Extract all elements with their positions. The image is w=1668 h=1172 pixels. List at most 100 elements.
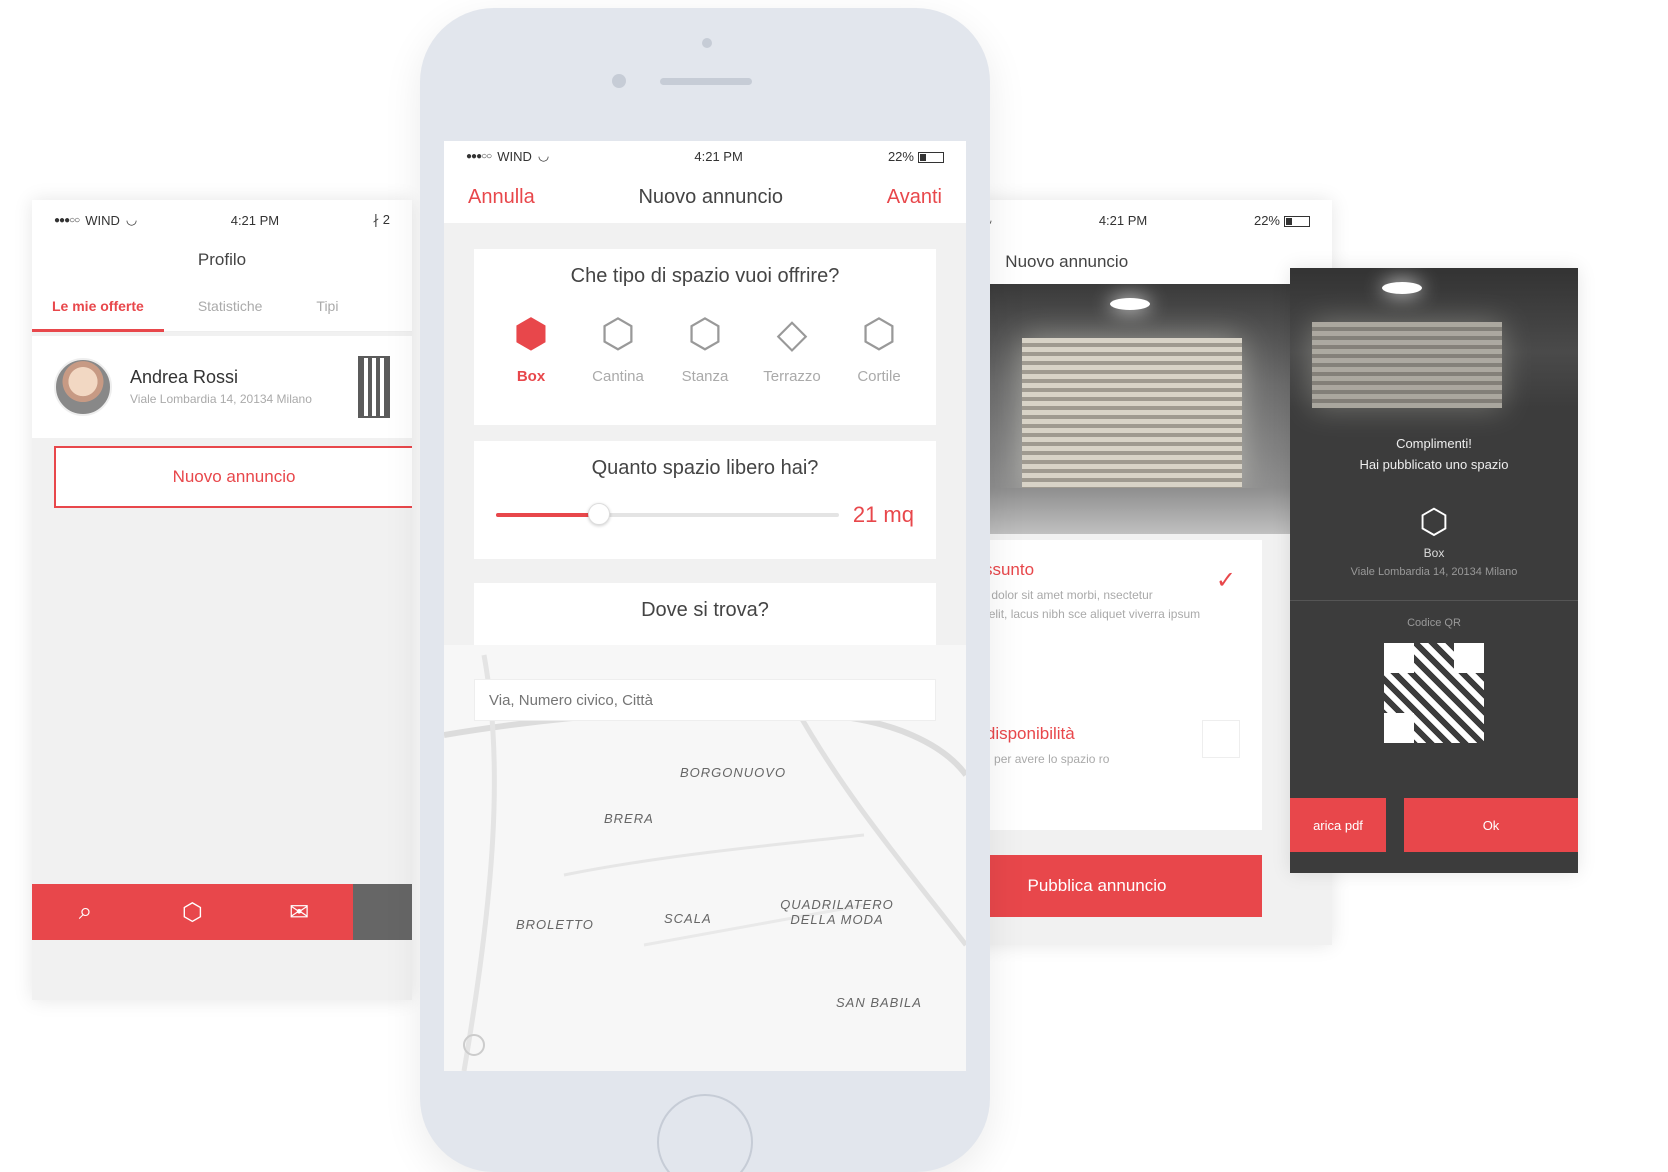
wifi-icon: ◡ xyxy=(537,148,550,163)
battery-label: 22% xyxy=(1253,212,1280,228)
tab-types[interactable]: Tipi xyxy=(316,298,338,314)
type-cellar[interactable]: ⬡ Cantina xyxy=(575,304,661,385)
courtyard-icon: ⬡ xyxy=(861,312,897,356)
battery-icon xyxy=(917,151,944,163)
carrier-label: WIND xyxy=(497,148,532,164)
space-type-question: Che tipo di spazio vuoi offrire? xyxy=(570,265,840,287)
availability-checkbox[interactable] xyxy=(1202,720,1240,758)
new-ad-button[interactable]: Nuovo annuncio xyxy=(54,446,412,508)
front-camera xyxy=(612,74,626,88)
next-button[interactable]: Avanti xyxy=(887,186,942,209)
status-bar: INO ◡ 4:21 PM 22% xyxy=(932,200,1332,240)
type-terrace[interactable]: ◇ Terrazzo xyxy=(749,304,835,385)
space-size-card: Quanto spazio libero hai? 21 mq xyxy=(474,441,936,559)
confirmation-screen: Complimenti! Hai pubblicato uno spazio ⬡… xyxy=(1290,268,1578,873)
type-label: Cortile xyxy=(857,368,901,385)
map-label: BRERA xyxy=(604,811,654,826)
type-box[interactable]: ⬢ Box xyxy=(488,304,574,385)
map-label: SCALA xyxy=(664,911,712,926)
location-question: Dove si trova? xyxy=(641,599,769,621)
space-type-options: ⬢ Box ⬡ Cantina ⬡ Stanza ◇ Terrazzo ⬡ Co… xyxy=(474,288,936,385)
garage-photo xyxy=(1290,268,1578,408)
speaker xyxy=(660,78,752,85)
battery-icon xyxy=(1284,215,1310,227)
map-label: BROLETTO xyxy=(516,917,594,932)
profile-screen: ●●●○○ WIND ◡ 4:21 PM ∤ 2 Profilo Le mie of… xyxy=(32,200,412,1000)
item-address: Viale Lombardia 14, 20134 Milano xyxy=(1350,565,1518,578)
box-icon: ⬢ xyxy=(513,312,549,356)
time-label: 4:21 PM xyxy=(230,212,280,228)
lamp xyxy=(1382,282,1422,294)
nav-bar: Profilo xyxy=(32,240,412,280)
qr-code xyxy=(1384,642,1484,743)
page-title: Nuovo annuncio xyxy=(1005,252,1129,271)
cancel-button[interactable]: Annulla xyxy=(468,186,535,209)
size-value: 21 mq xyxy=(852,502,914,527)
status-bar: ●●●○○ WIND ◡ 4:21 PM ∤ 2 xyxy=(32,200,412,240)
tab-my-offers[interactable]: Le mie offerte xyxy=(32,280,164,332)
type-label: Stanza xyxy=(681,368,729,385)
page-title: Profilo xyxy=(197,250,247,269)
garage-photo xyxy=(932,284,1332,534)
success-title: Complimenti! xyxy=(1396,436,1472,451)
size-slider[interactable] xyxy=(496,503,839,525)
user-name: Andrea Rossi xyxy=(130,366,239,387)
success-subtitle: Hai pubblicato uno spazio xyxy=(1359,456,1509,472)
user-address: Viale Lombardia 14, 20134 Milano xyxy=(130,391,312,406)
ok-button[interactable]: Ok xyxy=(1404,798,1578,852)
tab-statistics[interactable]: Statistiche xyxy=(198,298,263,314)
type-label: Terrazzo xyxy=(763,368,821,385)
profile-card[interactable]: Andrea Rossi Viale Lombardia 14, 20134 M… xyxy=(32,336,412,438)
download-pdf-button[interactable]: arica pdf xyxy=(1290,798,1386,852)
divider xyxy=(1290,599,1578,601)
type-room[interactable]: ⬡ Stanza xyxy=(662,304,748,385)
battery-indicator: 22% xyxy=(888,149,944,164)
item-type: Box xyxy=(1423,545,1445,560)
space-type-card: Che tipo di spazio vuoi offrire? ⬢ Box ⬡… xyxy=(474,249,936,425)
tab-bar: ⌕ ⬡ ✉ xyxy=(32,884,412,940)
room-icon: ⬡ xyxy=(687,312,723,356)
terrace-icon: ◇ xyxy=(776,312,808,356)
garage-door xyxy=(1312,322,1502,408)
success-message: Complimenti! Hai pubblicato uno spazio xyxy=(1290,434,1578,476)
nav-bar: ntro Nuovo annuncio xyxy=(932,240,1332,284)
carrier-label: WIND xyxy=(85,212,120,228)
nav-bar: Annulla Nuovo annuncio Avanti xyxy=(444,171,966,223)
qr-code-icon[interactable] xyxy=(358,356,390,418)
size-slider-row: 21 mq xyxy=(474,480,936,528)
slider-fill xyxy=(496,513,599,517)
check-icon[interactable]: ✓ xyxy=(1216,566,1236,595)
type-label: Cantina xyxy=(592,368,644,385)
time-label: 4:21 PM xyxy=(694,148,743,164)
garage-door xyxy=(1022,338,1242,488)
phone-frame: ●●●○○ WIND ◡ 4:21 PM 22% Annulla Nuovo ann… xyxy=(420,8,990,1172)
time-label: 4:21 PM xyxy=(1098,212,1148,228)
mail-icon[interactable]: ✉ xyxy=(246,898,353,927)
avatar xyxy=(54,358,112,416)
address-input[interactable] xyxy=(474,679,936,721)
summary-screen: INO ◡ 4:21 PM 22% ntro Nuovo annuncio ri… xyxy=(932,200,1332,945)
battery-indicator: 22% xyxy=(1254,213,1310,228)
slider-thumb[interactable] xyxy=(587,503,610,525)
box-icon[interactable]: ⬡ xyxy=(139,898,246,927)
action-buttons: arica pdf Ok xyxy=(1290,798,1578,852)
status-bar: ●●●○○ WIND ◡ 4:21 PM 22% xyxy=(444,141,966,171)
page-title: Nuovo annuncio xyxy=(638,185,784,208)
battery-label: 22% xyxy=(887,148,914,164)
lamp xyxy=(1110,298,1150,310)
box-icon: ⬡ xyxy=(1419,502,1449,541)
new-ad-screen: ●●●○○ WIND ◡ 4:21 PM 22% Annulla Nuovo ann… xyxy=(444,141,966,1071)
map-label: QUADRILATERO DELLA MODA xyxy=(780,897,894,927)
type-courtyard[interactable]: ⬡ Cortile xyxy=(836,304,922,385)
battery-label: ∤ 2 xyxy=(372,212,390,227)
search-icon[interactable]: ⌕ xyxy=(32,898,139,926)
home-button[interactable] xyxy=(657,1094,753,1172)
space-size-question: Quanto spazio libero hai? xyxy=(591,457,819,479)
garage-floor xyxy=(932,488,1332,534)
qr-label: Codice QR xyxy=(1407,616,1461,629)
user-icon[interactable] xyxy=(352,884,412,940)
signal-icon: ●●●○○ xyxy=(466,150,492,162)
mockup-stage: ●●●○○ WIND ◡ 4:21 PM ∤ 2 Profilo Le mie of… xyxy=(0,0,1668,1172)
cellar-icon: ⬡ xyxy=(600,312,636,356)
type-label: Box xyxy=(516,368,546,385)
